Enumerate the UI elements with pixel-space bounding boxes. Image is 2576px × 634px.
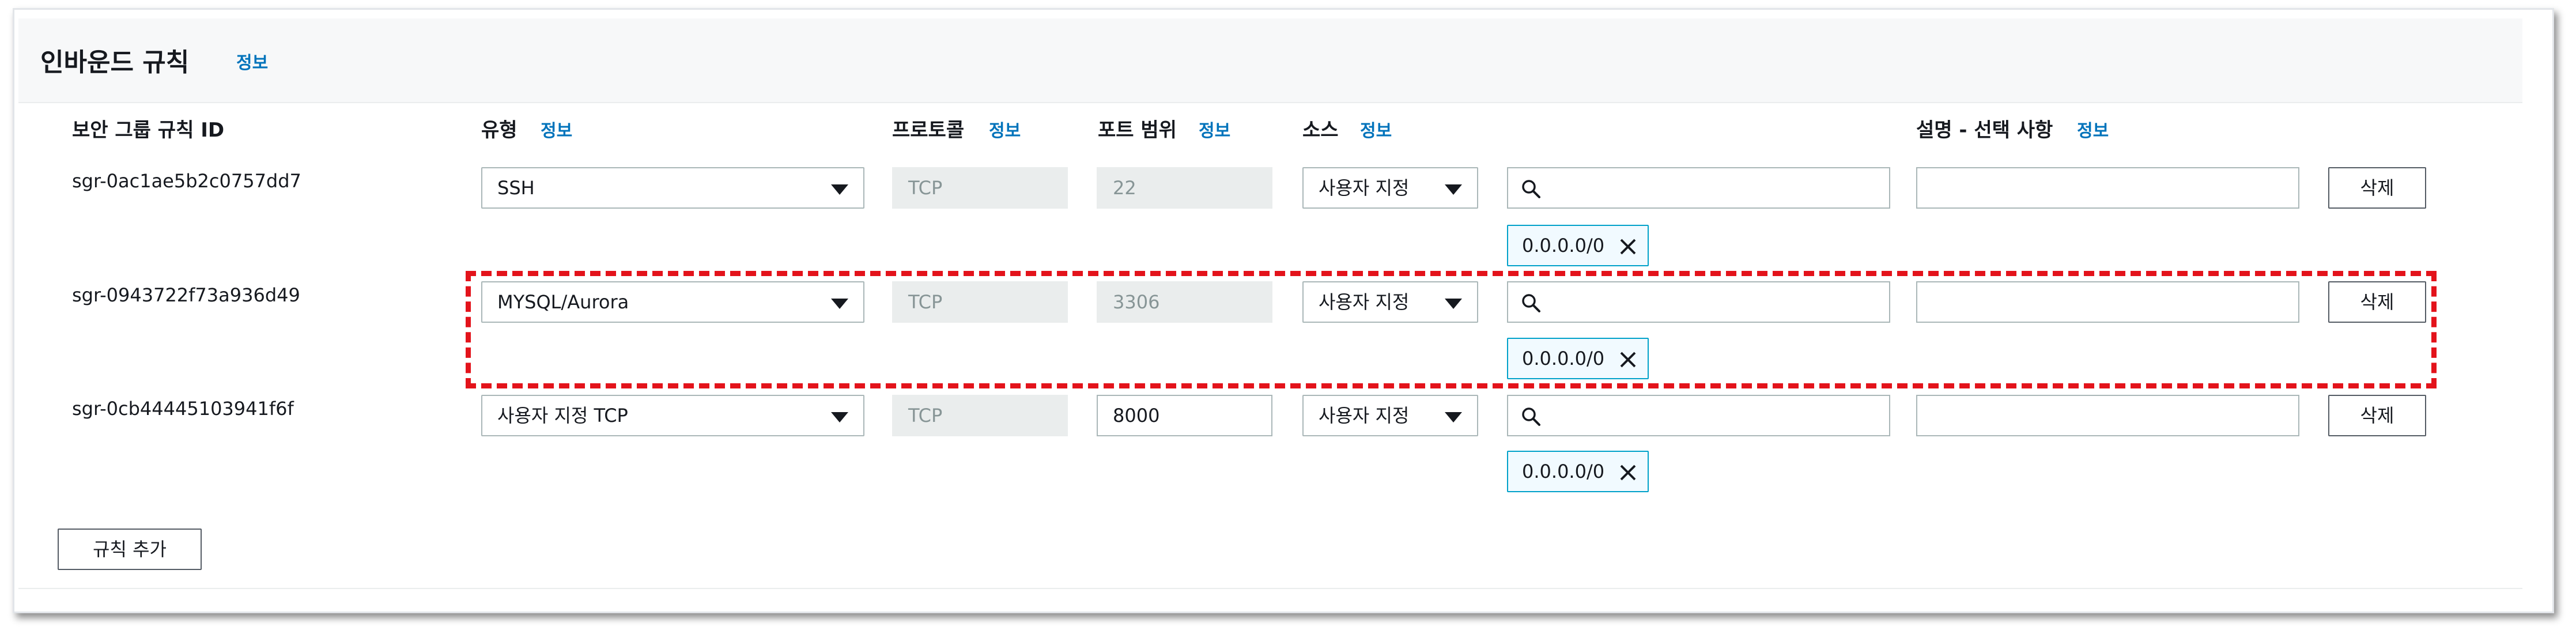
title-info-link[interactable]: 정보 bbox=[236, 48, 268, 74]
add-rule-button[interactable]: 규칙 추가 bbox=[58, 529, 202, 570]
protocol-field: TCP bbox=[892, 395, 1068, 436]
column-header-port-range: 포트 범위 bbox=[1098, 119, 1177, 142]
column-header-type: 유형 bbox=[481, 119, 518, 142]
search-icon bbox=[1522, 407, 1540, 426]
source-info-link[interactable]: 정보 bbox=[1360, 116, 1392, 142]
port-range-info-link[interactable]: 정보 bbox=[1199, 116, 1230, 142]
cidr-token-label: 0.0.0.0/0 bbox=[1522, 235, 1605, 256]
cidr-token: 0.0.0.0/0 bbox=[1507, 225, 1649, 266]
close-icon[interactable] bbox=[1619, 463, 1637, 482]
protocol-info-link[interactable]: 정보 bbox=[989, 116, 1021, 142]
source-type-select[interactable]: 사용자 지정 bbox=[1302, 395, 1478, 436]
source-type-select[interactable]: 사용자 지정 bbox=[1302, 167, 1478, 209]
cidr-token: 0.0.0.0/0 bbox=[1507, 451, 1649, 492]
rule-id: sgr-0ac1ae5b2c0757dd7 bbox=[72, 170, 301, 192]
type-select[interactable]: 사용자 지정 TCP bbox=[481, 395, 864, 436]
divider bbox=[18, 588, 2522, 589]
type-select[interactable]: SSH bbox=[481, 167, 864, 209]
close-icon[interactable] bbox=[1619, 237, 1637, 256]
type-select-value: 사용자 지정 TCP bbox=[497, 405, 628, 427]
rule-id: sgr-0cb44445103941f6f bbox=[72, 398, 294, 420]
caret-down-icon bbox=[831, 184, 848, 195]
column-header-rule-id: 보안 그룹 규칙 ID bbox=[72, 119, 225, 142]
panel-header bbox=[18, 18, 2522, 103]
cidr-token-label: 0.0.0.0/0 bbox=[1522, 461, 1605, 482]
source-type-value: 사용자 지정 bbox=[1319, 405, 1410, 427]
protocol-field: TCP bbox=[892, 167, 1068, 209]
type-info-link[interactable]: 정보 bbox=[541, 116, 572, 142]
panel-title: 인바운드 규칙 bbox=[40, 48, 190, 77]
caret-down-icon bbox=[1445, 184, 1462, 195]
delete-button[interactable]: 삭제 bbox=[2328, 167, 2426, 209]
highlight-box bbox=[466, 271, 2437, 388]
type-select-value: SSH bbox=[497, 177, 535, 199]
port-range-input[interactable]: 8000 bbox=[1097, 395, 1272, 436]
port-range-field: 22 bbox=[1097, 167, 1272, 209]
source-search-input[interactable] bbox=[1507, 167, 1890, 209]
source-search-input[interactable] bbox=[1507, 395, 1890, 436]
caret-down-icon bbox=[1445, 412, 1462, 422]
source-type-value: 사용자 지정 bbox=[1319, 177, 1410, 199]
description-input[interactable] bbox=[1916, 395, 2299, 436]
rule-id: sgr-0943722f73a936d49 bbox=[72, 284, 300, 306]
description-input[interactable] bbox=[1916, 167, 2299, 209]
delete-button[interactable]: 삭제 bbox=[2328, 395, 2426, 436]
description-info-link[interactable]: 정보 bbox=[2077, 116, 2109, 142]
column-header-source: 소스 bbox=[1302, 119, 1339, 142]
column-header-description: 설명 - 선택 사항 bbox=[1916, 119, 2053, 142]
search-icon bbox=[1522, 180, 1540, 198]
caret-down-icon bbox=[831, 412, 848, 422]
column-header-protocol: 프로토콜 bbox=[892, 119, 965, 142]
